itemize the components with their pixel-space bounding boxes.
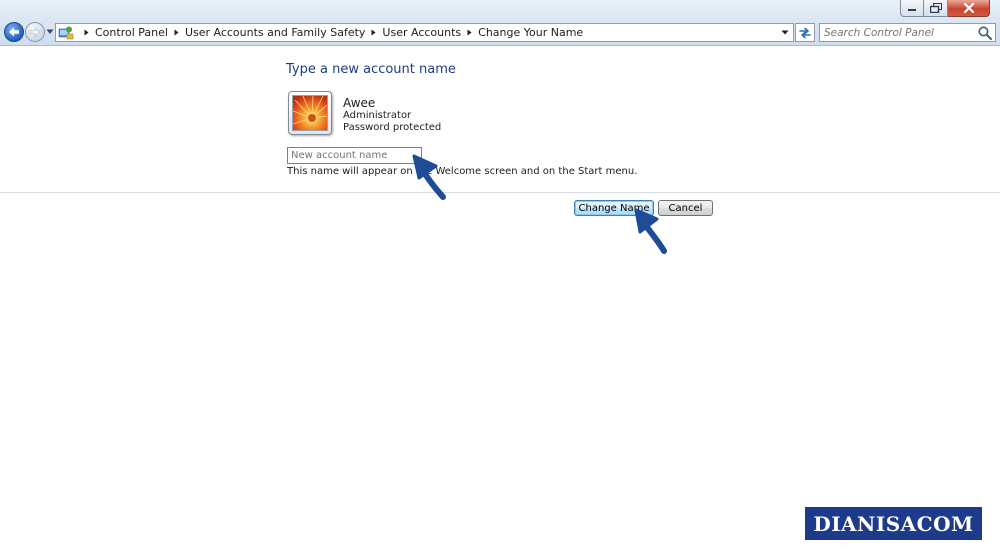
- refresh-icon: [799, 27, 811, 38]
- annotation-arrow-icon: [634, 208, 667, 254]
- address-dropdown-button[interactable]: [777, 24, 793, 41]
- user-password-status: Password protected: [343, 122, 442, 133]
- forward-arrow-icon: [29, 27, 41, 37]
- breadcrumb-chevron-icon[interactable]: [174, 29, 179, 36]
- breadcrumb-user-accounts[interactable]: User Accounts: [382, 26, 461, 39]
- breadcrumb-user-accounts-family-safety[interactable]: User Accounts and Family Safety: [185, 26, 365, 39]
- divider: [0, 192, 1000, 193]
- user-name: Awee: [343, 96, 376, 110]
- chevron-down-icon: [781, 30, 789, 35]
- minimize-icon: [908, 9, 916, 11]
- breadcrumb-chevron-icon[interactable]: [371, 29, 376, 36]
- maximize-button[interactable]: [924, 0, 948, 17]
- control-panel-icon: [58, 26, 74, 39]
- search-box[interactable]: [819, 23, 996, 42]
- close-button[interactable]: [948, 0, 990, 17]
- avatar-image: [292, 95, 328, 131]
- caption-buttons: [900, 0, 990, 18]
- forward-button[interactable]: [25, 22, 45, 42]
- address-bar[interactable]: Control Panel User Accounts and Family S…: [55, 23, 794, 42]
- breadcrumb: Control Panel User Accounts and Family S…: [78, 26, 583, 39]
- refresh-button[interactable]: [795, 23, 815, 42]
- breadcrumb-chevron-icon[interactable]: [467, 29, 472, 36]
- restore-icon: [929, 3, 942, 13]
- search-input[interactable]: [820, 25, 977, 40]
- breadcrumb-change-your-name[interactable]: Change Your Name: [478, 26, 583, 39]
- back-arrow-icon: [9, 27, 19, 37]
- avatar: [288, 91, 332, 135]
- breadcrumb-chevron-icon[interactable]: [84, 29, 89, 36]
- search-icon[interactable]: [977, 25, 993, 41]
- name-hint-text: This name will appear on the Welcome scr…: [287, 166, 638, 177]
- recent-pages-chevron-icon[interactable]: [46, 29, 54, 35]
- breadcrumb-control-panel[interactable]: Control Panel: [95, 26, 168, 39]
- window-title-bar: [0, 0, 1000, 20]
- new-account-name-input[interactable]: [287, 147, 422, 164]
- page-title: Type a new account name: [286, 62, 456, 77]
- watermark-logo: DIANISACOM: [805, 507, 982, 540]
- navigation-bar: Control Panel User Accounts and Family S…: [0, 20, 1000, 46]
- back-button[interactable]: [4, 22, 24, 42]
- minimize-button[interactable]: [900, 0, 924, 17]
- close-icon: [963, 3, 974, 13]
- annotation-arrow-icon: [412, 154, 446, 200]
- user-role: Administrator: [343, 110, 412, 121]
- flower-icon: [293, 96, 327, 130]
